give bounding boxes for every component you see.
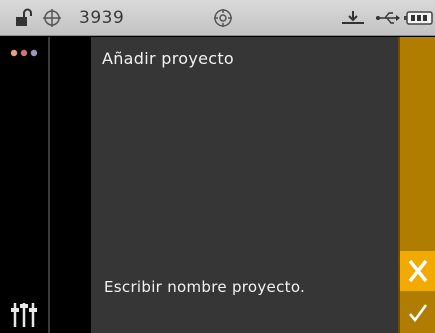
input-prompt[interactable]: Escribir nombre proyecto.: [104, 278, 305, 296]
cancel-button[interactable]: [400, 251, 435, 291]
confirm-button[interactable]: [400, 292, 435, 333]
status-bar: 3939: [0, 0, 435, 36]
color-dot: [10, 49, 18, 57]
measurement-count: 3939: [79, 8, 125, 28]
calibration-icon: [214, 9, 232, 27]
color-dots-icon[interactable]: [10, 49, 40, 57]
device-screen: 3939 Añadir proyecto Escribir nombre pro…: [0, 0, 435, 333]
main-panel: Añadir proyecto Escribir nombre proyecto…: [91, 37, 398, 333]
usb-icon: [376, 12, 400, 24]
lock-open-icon: [16, 8, 32, 26]
sidebar-gap: [50, 37, 91, 333]
battery-icon: [404, 11, 433, 25]
left-sidebar: [0, 37, 48, 333]
target-icon: [43, 9, 61, 27]
sliders-icon[interactable]: [9, 299, 39, 329]
color-dot: [30, 49, 38, 57]
x-icon: [408, 259, 427, 283]
dock-icon: [342, 11, 364, 24]
checkmark-icon: [408, 303, 427, 322]
page-title: Añadir proyecto: [102, 49, 234, 68]
color-dot: [20, 49, 28, 57]
